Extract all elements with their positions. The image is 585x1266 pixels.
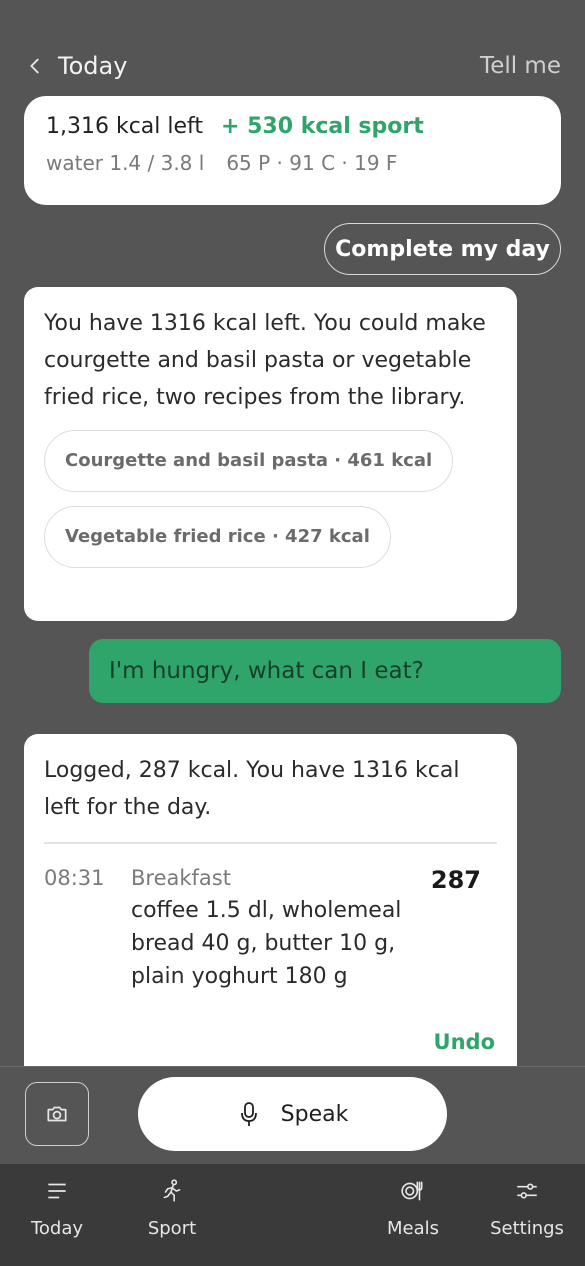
entry-time: 08:31 — [44, 865, 105, 890]
message-text: You have 1316 kcal left. You could make … — [44, 311, 486, 410]
sliders-icon — [517, 1183, 537, 1199]
tab-settings[interactable]: Settings — [477, 1178, 577, 1239]
tab-label: Today — [30, 1218, 84, 1239]
tab-meals[interactable]: Meals — [363, 1178, 463, 1239]
assistant-message-log: Logged, 287 kcal. You have 1316 kcal lef… — [24, 734, 517, 1094]
recipe-chip-vegetable-fried-rice[interactable]: Vegetable fried rice · 427 kcal — [44, 506, 391, 568]
tab-bar: Today Sport Meals Settings — [0, 1164, 585, 1266]
entry-items: coffee 1.5 dl, wholemeal bread 40 g, but… — [131, 897, 402, 989]
water-progress: water 1.4 / 3.8 l — [46, 151, 205, 175]
user-message: I'm hungry, what can I eat? — [89, 639, 561, 703]
entry-kcal: 287 — [430, 865, 481, 894]
speak-label: Speak — [280, 1101, 349, 1127]
composer-bar: Speak — [0, 1066, 585, 1164]
page-title: Today — [58, 52, 128, 80]
plate-fork-icon — [401, 1181, 423, 1201]
complete-my-day-button[interactable]: Complete my day — [324, 223, 561, 275]
running-icon — [163, 1179, 181, 1202]
sport-kcal: + 530 kcal sport — [221, 114, 424, 139]
kcal-left: 1,316 kcal left — [46, 114, 204, 139]
undo-button[interactable]: Undo — [434, 1030, 495, 1054]
camera-icon — [47, 1106, 67, 1122]
assistant-message-suggestion: You have 1316 kcal left. You could make … — [24, 287, 517, 621]
microphone-icon — [240, 1102, 257, 1126]
list-icon — [48, 1183, 66, 1199]
tab-label: Sport — [147, 1218, 197, 1239]
daily-summary-card: 1,316 kcal left + 530 kcal sport water 1… — [24, 96, 561, 205]
recipe-chip-courgette-pasta[interactable]: Courgette and basil pasta · 461 kcal — [44, 430, 454, 492]
tell-me-button[interactable]: Tell me — [480, 53, 561, 79]
speak-button[interactable]: Speak — [138, 1077, 447, 1151]
back-button[interactable]: Today — [24, 52, 127, 80]
message-text: Logged, 287 kcal. You have 1316 kcal lef… — [44, 758, 460, 820]
divider — [44, 842, 497, 844]
tab-sport[interactable]: Sport — [122, 1178, 222, 1239]
tab-label: Meals — [386, 1218, 439, 1239]
camera-button[interactable] — [25, 1082, 89, 1146]
header: Today Tell me — [24, 48, 561, 84]
entry-meal: Breakfast — [131, 865, 231, 890]
chevron-left-icon — [30, 58, 39, 74]
macros-summary: 65 P · 91 C · 19 F — [226, 151, 398, 175]
tab-label: Settings — [490, 1218, 564, 1239]
log-entry: 08:31 Breakfast coffee 1.5 dl, wholemeal… — [44, 866, 497, 993]
tab-today[interactable]: Today — [7, 1178, 107, 1239]
